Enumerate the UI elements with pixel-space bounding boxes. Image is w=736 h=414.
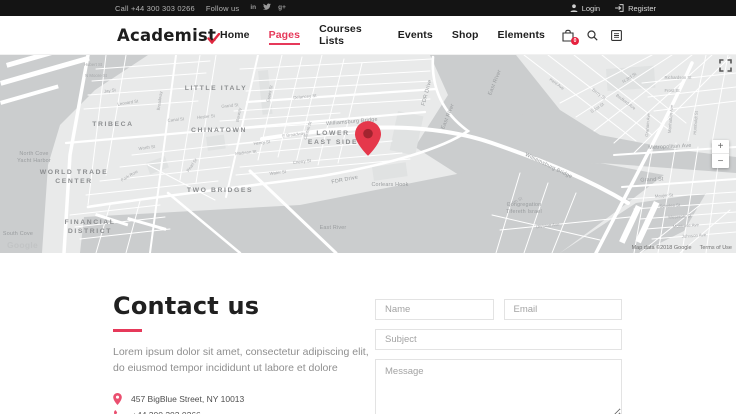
phone-icon: [113, 410, 123, 414]
map-label: N Moore St: [85, 73, 108, 78]
nav-item-elements[interactable]: Elements: [498, 26, 546, 45]
title-accent-bar: [113, 329, 142, 332]
sign-in-icon: [615, 4, 624, 12]
search-button[interactable]: [587, 30, 598, 41]
map-label: LITTLE ITALY: [185, 85, 248, 92]
map-label: Hubert St: [84, 62, 103, 67]
map-label: East River: [320, 225, 347, 231]
phone-number: Call +44 300 303 0266: [115, 4, 195, 13]
linkedin-icon[interactable]: in: [250, 5, 256, 12]
nav-item-pages[interactable]: Pages: [269, 26, 300, 45]
map-label: Cherry St: [293, 158, 312, 165]
map-label: North Cove: [19, 151, 48, 157]
map-label: Frost St: [664, 88, 680, 93]
page-title: Contact us: [113, 292, 375, 320]
map-label: WORLD TRADE: [40, 169, 109, 176]
map-label: FINANCIAL: [64, 219, 115, 226]
logo-text: Academist: [117, 26, 216, 45]
cart-count-badge: 0: [571, 37, 579, 45]
zoom-out-button[interactable]: −: [712, 154, 729, 168]
map-label: Park Row: [120, 168, 139, 182]
name-input[interactable]: [375, 299, 494, 320]
map-label: Water St: [269, 169, 287, 176]
map-label: Madison St: [235, 149, 258, 157]
map-label: CHINATOWN: [191, 127, 247, 134]
contact-info-list: 457 BigBlue Street, NY 10013 +44 300 303…: [113, 393, 375, 414]
map-label: TRIBECA: [92, 121, 133, 128]
map-label: LOWER: [316, 130, 349, 137]
topbar: Call +44 300 303 0266 Follow us in g+ Lo…: [0, 0, 736, 16]
map-label: EAST SIDE: [308, 139, 358, 146]
side-area-button[interactable]: [611, 30, 622, 41]
map-label: Broadway: [156, 90, 164, 110]
nav-item-courses-lists[interactable]: Courses Lists: [319, 20, 379, 51]
map-label: South Cove: [3, 231, 33, 237]
contact-description: Lorem ipsum dolor sit amet, consectetur …: [113, 345, 371, 377]
message-textarea[interactable]: [375, 359, 622, 414]
map-label: Henry St: [253, 139, 271, 146]
map-zoom-control: + −: [712, 140, 729, 168]
search-icon: [587, 30, 598, 41]
google-map[interactable]: LITTLE ITALY TRIBECA CHINATOWN WORLD TRADE C…: [0, 55, 736, 253]
nav-item-events[interactable]: Events: [398, 26, 433, 45]
google-logo[interactable]: Google: [7, 240, 38, 250]
map-label: Maujer St: [655, 192, 674, 198]
zoom-in-button[interactable]: +: [712, 140, 729, 154]
map-label: DISTRICT: [68, 228, 112, 235]
map-label: CENTER: [55, 178, 93, 185]
map-marker-icon[interactable]: [355, 121, 381, 156]
nav-item-shop[interactable]: Shop: [452, 26, 479, 45]
terms-of-use-link[interactable]: Terms of Use: [700, 245, 732, 251]
map-attribution: Map data ©2018 Google: [632, 245, 692, 251]
map-label: Hester St: [197, 113, 216, 120]
email-input[interactable]: [504, 299, 623, 320]
map-fullscreen-button[interactable]: [719, 59, 733, 73]
subject-input[interactable]: [375, 329, 622, 350]
map-label: Corlears Hook: [371, 182, 408, 188]
map-label: Canal St: [167, 116, 185, 123]
map-label: TWO BRIDGES: [187, 187, 253, 194]
logo-checkmark-icon: [207, 33, 220, 44]
map-label: Richardson St: [665, 75, 693, 80]
follow-us-label: Follow us: [206, 4, 239, 13]
map-label: FDR Drive: [331, 175, 359, 186]
list-menu-icon: [611, 30, 622, 41]
location-pin-icon: [113, 393, 122, 405]
contact-address-row: 457 BigBlue Street, NY 10013: [113, 393, 375, 405]
map-label: Montrose Ave: [673, 222, 700, 229]
main-nav: Home Pages Courses Lists Events Shop Ele…: [220, 20, 545, 51]
map-label: FDR Drive: [421, 79, 434, 107]
google-plus-icon[interactable]: g+: [278, 5, 286, 12]
twitter-icon[interactable]: [263, 3, 271, 13]
map-label: Kent Ave: [549, 77, 566, 92]
user-icon: [570, 4, 578, 12]
map-label: Yacht Harbor: [17, 158, 51, 164]
contact-section: Contact us Lorem ipsum dolor sit amet, c…: [0, 253, 736, 414]
nav-item-home[interactable]: Home: [220, 26, 250, 45]
login-button[interactable]: Login: [570, 4, 600, 13]
cart-button[interactable]: 0: [562, 29, 574, 42]
map-label: Grand St: [640, 176, 664, 183]
map-label: Tifereth Israel: [506, 209, 542, 215]
logo[interactable]: Academist: [117, 26, 220, 45]
register-button[interactable]: Register: [615, 4, 656, 13]
map-label: Humboldt St: [692, 110, 699, 135]
site-header: Academist Home Pages Courses Lists Event…: [0, 16, 736, 55]
map-label: Johnson Ave: [681, 232, 706, 239]
contact-form: [375, 299, 622, 414]
map-label: Worth St: [138, 144, 156, 151]
contact-phone-row: +44 300 303 0266: [113, 410, 375, 414]
